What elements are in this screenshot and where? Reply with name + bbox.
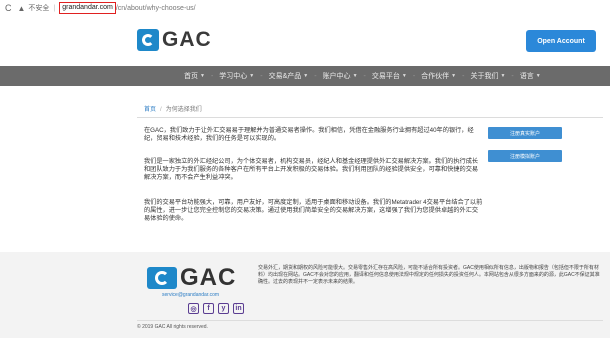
- nav-separator: -: [314, 72, 317, 80]
- nav-item[interactable]: 首页 ▼: [184, 71, 205, 81]
- caret-down-icon: ▼: [451, 73, 457, 79]
- nav-item-label: 关于我们: [470, 73, 499, 80]
- open-account-button[interactable]: Open Account: [526, 30, 596, 52]
- gac-logo-icon: [147, 267, 177, 289]
- footer-logo[interactable]: GAC: [147, 266, 236, 290]
- logo-text: GAC: [162, 28, 212, 51]
- caret-down-icon: ▼: [535, 73, 541, 79]
- reload-icon[interactable]: C: [5, 0, 12, 16]
- url-path[interactable]: /cn/about/why-choose-us/: [116, 5, 196, 12]
- caret-down-icon: ▼: [352, 73, 358, 79]
- nav-item[interactable]: 关于我们 ▼: [470, 71, 505, 81]
- nav-items: 首页 ▼ - 学习中心 ▼ - 交易&产品 ▼ - 账户中心 ▼ - 交易平台 ▼ - 合作伙伴 ▼ - 关于我们 ▼…: [184, 66, 541, 86]
- nav-item-label: 账户中心: [322, 73, 351, 80]
- caret-down-icon: ▼: [200, 73, 205, 79]
- nav-item[interactable]: 合作伙伴 ▼: [421, 71, 456, 81]
- browser-address-bar[interactable]: C ▲ 不安全 | grandandar.com /cn/about/why-c…: [0, 0, 610, 17]
- nav-item[interactable]: 交易&产品 ▼: [269, 71, 309, 81]
- main-nav: 首页 ▼ - 学习中心 ▼ - 交易&产品 ▼ - 账户中心 ▼ - 交易平台 ▼ - 合作伙伴 ▼ - 关于我们 ▼…: [0, 66, 610, 86]
- caret-down-icon: ▼: [500, 73, 506, 79]
- footer-logo-text: GAC: [180, 264, 237, 291]
- caret-down-icon: ▼: [249, 73, 255, 79]
- site-footer: GAC service@grandandar.com ◎ f y in 交易外汇，期货…: [0, 252, 610, 338]
- nav-item[interactable]: 账户中心 ▼: [323, 71, 358, 81]
- copyright: © 2019 GAC All rights reserved.: [137, 324, 208, 330]
- instagram-icon[interactable]: ◎: [188, 303, 199, 314]
- content-divider: [137, 117, 603, 118]
- warning-icon: ▲: [17, 3, 26, 13]
- gac-logo-icon: [137, 29, 159, 51]
- register-demo-account-button[interactable]: 注册模拟账户: [488, 150, 562, 162]
- site-header: GAC Open Account: [0, 16, 610, 66]
- intro-paragraph: 在GAC，我们致力于让外汇交易易于理解并为普通交易者操作。我们相信，凭借在金融服…: [144, 127, 474, 143]
- caret-down-icon: ▼: [401, 73, 407, 79]
- about-paragraph: 我们是一家独立的外汇经纪公司，为个体交易者，机构交易员，经纪人和基金经理提供外汇…: [144, 158, 479, 182]
- breadcrumb: 首页 / 为何选择我们: [144, 104, 202, 113]
- facebook-icon[interactable]: f: [203, 303, 214, 314]
- address-separator: |: [53, 4, 56, 12]
- nav-separator: -: [412, 72, 416, 80]
- insecure-label: 不安全: [28, 5, 50, 12]
- footer-email-link[interactable]: service@grandandar.com: [162, 292, 219, 298]
- nav-item-label: 学习中心: [219, 73, 248, 80]
- footer-divider: [137, 320, 603, 321]
- main-content: 首页 / 为何选择我们 在GAC，我们致力于让外汇交易易于理解并为普通交易者操作。我…: [137, 86, 603, 246]
- nav-item[interactable]: 学习中心 ▼: [219, 71, 254, 81]
- breadcrumb-home[interactable]: 首页: [144, 107, 156, 113]
- nav-item[interactable]: 语言 ▼: [520, 71, 541, 81]
- register-real-account-button[interactable]: 注册真实账户: [488, 127, 562, 139]
- nav-item-label: 交易平台: [371, 73, 400, 80]
- nav-item-label: 语言: [519, 73, 534, 80]
- nav-separator: -: [210, 72, 214, 80]
- platform-paragraph: 我们的交易平台功能强大，可靠，用户友好，可高度定制，适用于桌面和移动设备。我们的…: [144, 199, 483, 223]
- nav-separator: -: [260, 72, 263, 80]
- linkedin-icon[interactable]: in: [233, 303, 244, 314]
- url-host[interactable]: grandandar.com: [59, 2, 116, 14]
- nav-item-label: 交易&产品: [268, 73, 302, 80]
- nav-separator: -: [462, 72, 465, 80]
- social-links: ◎ f y in: [188, 303, 248, 314]
- breadcrumb-separator: /: [160, 107, 162, 113]
- nav-separator: -: [363, 72, 366, 80]
- breadcrumb-current: 为何选择我们: [165, 107, 202, 113]
- caret-down-icon: ▼: [303, 73, 309, 79]
- twitter-icon[interactable]: y: [218, 303, 229, 314]
- nav-item-label: 首页: [184, 73, 198, 80]
- nav-separator: -: [511, 72, 514, 80]
- nav-item-label: 合作伙伴: [421, 73, 450, 80]
- risk-disclaimer: 交易外汇，期货和期权的风险可能很大。交易零售外汇存在高风险，可能不适合所有投资者…: [258, 265, 600, 285]
- nav-item[interactable]: 交易平台 ▼: [372, 71, 407, 81]
- site-logo[interactable]: GAC: [137, 29, 212, 51]
